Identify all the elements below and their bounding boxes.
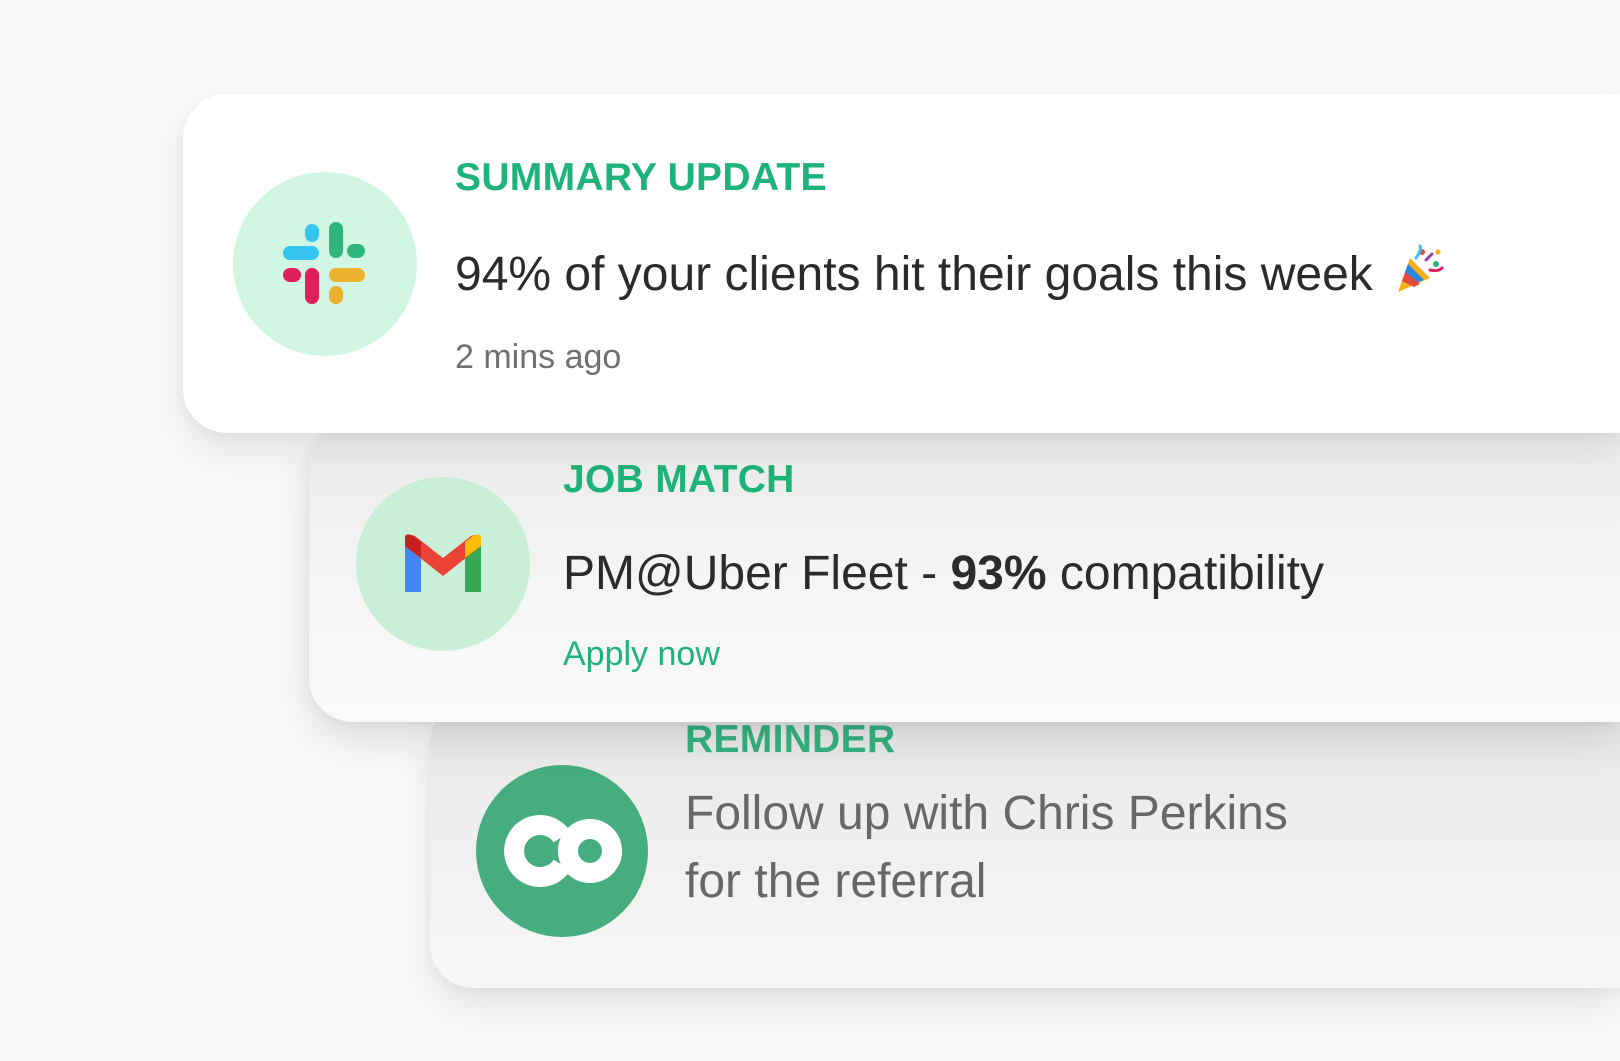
compatibility-score: 93% xyxy=(950,547,1047,600)
co-avatar xyxy=(476,765,648,937)
notification-message-line-1: Follow up with Chris Perkins xyxy=(685,787,1288,840)
notification-message-suffix: compatibility xyxy=(1046,547,1324,600)
slack-avatar xyxy=(233,172,417,356)
gmail-avatar xyxy=(356,477,530,651)
co-logo-icon xyxy=(504,815,622,887)
slack-logo-icon xyxy=(283,222,365,304)
notification-card-summary[interactable]: SUMMARY UPDATE 94% of your clients hit t… xyxy=(183,94,1620,433)
notification-message: PM@Uber Fleet - 93% compatibility xyxy=(563,546,1324,601)
party-popper-icon xyxy=(1392,244,1444,308)
notification-category: JOB MATCH xyxy=(563,458,795,501)
notification-message: Follow up with Chris Perkins for the ref… xyxy=(685,780,1288,916)
notification-time: 2 mins ago xyxy=(455,338,622,376)
notification-message-line-2: for the referral xyxy=(685,855,987,908)
notification-card-job-match[interactable]: JOB MATCH PM@Uber Fleet - 93% compatibil… xyxy=(309,420,1620,722)
gmail-logo-icon xyxy=(405,534,481,592)
notification-category: SUMMARY UPDATE xyxy=(455,156,827,199)
notification-card-reminder[interactable]: REMINDER Follow up with Chris Perkins fo… xyxy=(430,700,1620,988)
apply-now-link[interactable]: Apply now xyxy=(563,635,720,674)
notification-category: REMINDER xyxy=(685,718,896,761)
notification-message: 94% of your clients hit their goals this… xyxy=(455,244,1444,308)
notification-message-prefix: PM@Uber Fleet - xyxy=(563,547,951,600)
notification-message-text: 94% of your clients hit their goals this… xyxy=(455,248,1373,301)
